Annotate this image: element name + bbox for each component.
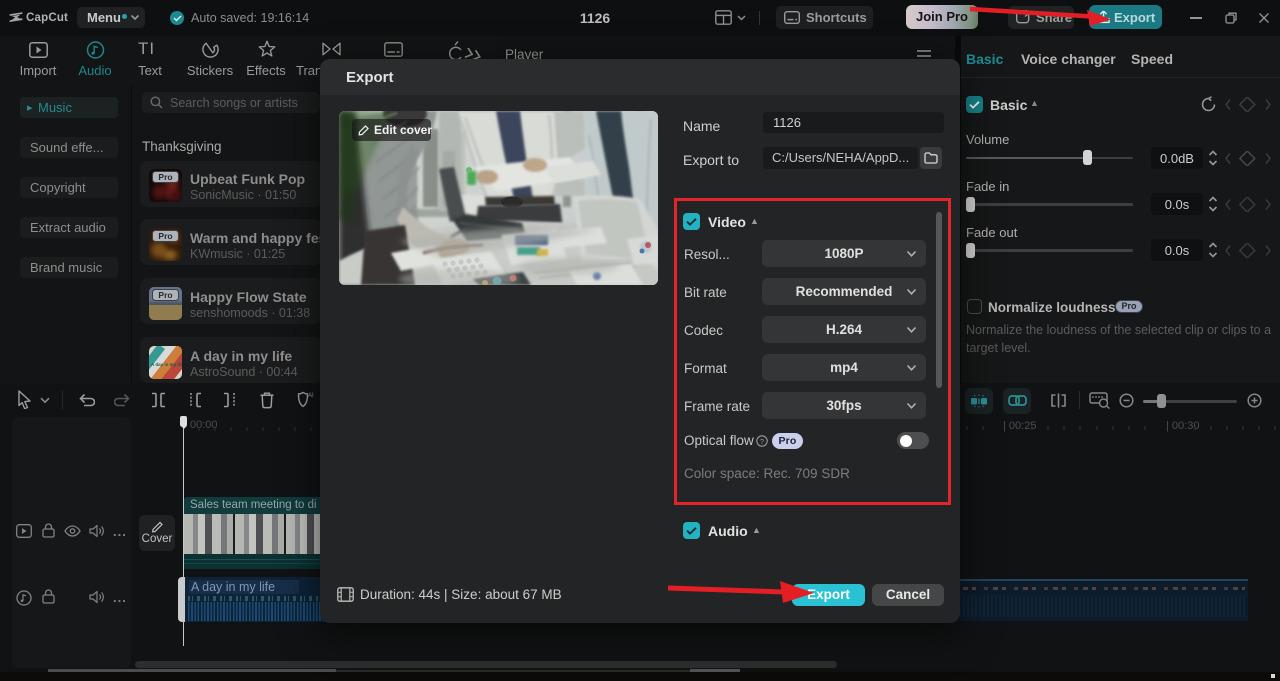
svg-text:AI: AI [308, 393, 314, 399]
